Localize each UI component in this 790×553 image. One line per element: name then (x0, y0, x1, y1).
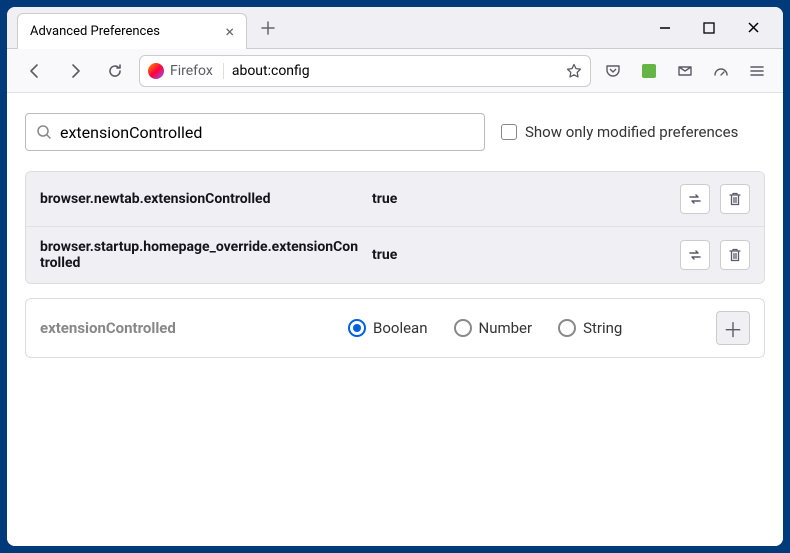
minimize-button[interactable] (655, 18, 675, 38)
tab-active[interactable]: Advanced Preferences × (17, 13, 247, 49)
pref-name: browser.newtab.extensionControlled (40, 191, 360, 207)
maximize-button[interactable] (699, 18, 719, 38)
url-text: about:config (232, 63, 558, 79)
inbox-icon[interactable] (671, 57, 699, 85)
nav-toolbar: Firefox about:config (7, 49, 783, 93)
identity-box[interactable]: Firefox (148, 63, 224, 79)
toggle-button[interactable] (680, 184, 710, 214)
back-button[interactable] (19, 55, 51, 87)
toggle-button[interactable] (680, 240, 710, 270)
tab-title: Advanced Preferences (30, 24, 160, 39)
radio-boolean[interactable]: Boolean (348, 319, 428, 337)
radio-number[interactable]: Number (454, 319, 533, 337)
add-button[interactable]: ＋ (716, 311, 750, 345)
new-pref-row: extensionControlled Boolean Number Strin… (25, 298, 765, 358)
reload-button[interactable] (99, 55, 131, 87)
search-icon (36, 124, 52, 140)
menu-icon[interactable] (743, 57, 771, 85)
pref-actions (680, 184, 750, 214)
extension-icon[interactable] (635, 57, 663, 85)
radio-icon (454, 319, 472, 337)
pref-actions (680, 240, 750, 270)
titlebar: Advanced Preferences × (7, 7, 783, 49)
radio-icon (558, 319, 576, 337)
identity-label: Firefox (170, 63, 213, 79)
radio-label: String (583, 319, 622, 337)
new-tab-button[interactable] (255, 15, 281, 41)
forward-button[interactable] (59, 55, 91, 87)
pref-row: browser.newtab.extensionControlled true (26, 172, 764, 227)
radio-string[interactable]: String (558, 319, 622, 337)
close-button[interactable] (743, 18, 763, 38)
bookmark-star-icon[interactable] (566, 63, 582, 79)
search-row: Show only modified preferences (25, 113, 765, 151)
type-radios: Boolean Number String (348, 319, 698, 337)
content-area: Show only modified preferences browser.n… (7, 93, 783, 546)
radio-icon (348, 319, 366, 337)
checkbox-icon (501, 124, 517, 140)
delete-button[interactable] (720, 184, 750, 214)
gauge-icon[interactable] (707, 57, 735, 85)
radio-label: Boolean (373, 319, 428, 337)
show-modified-checkbox[interactable]: Show only modified preferences (501, 123, 738, 141)
url-bar[interactable]: Firefox about:config (139, 55, 591, 87)
pref-value: true (372, 247, 668, 263)
pref-row: browser.startup.homepage_override.extens… (26, 227, 764, 283)
radio-label: Number (479, 319, 533, 337)
pref-name: browser.startup.homepage_override.extens… (40, 239, 360, 271)
pref-list: browser.newtab.extensionControlled true … (25, 171, 765, 284)
search-box[interactable] (25, 113, 485, 151)
search-input[interactable] (60, 123, 474, 142)
pref-value: true (372, 191, 668, 207)
toolbar-icons (599, 57, 771, 85)
close-tab-icon[interactable]: × (225, 22, 234, 41)
window-controls (655, 18, 775, 38)
browser-window: Advanced Preferences × Firefox about:con… (7, 7, 783, 546)
firefox-logo-icon (148, 63, 164, 79)
new-pref-name: extensionControlled (40, 319, 330, 337)
pocket-icon[interactable] (599, 57, 627, 85)
delete-button[interactable] (720, 240, 750, 270)
checkbox-label: Show only modified preferences (525, 123, 738, 141)
